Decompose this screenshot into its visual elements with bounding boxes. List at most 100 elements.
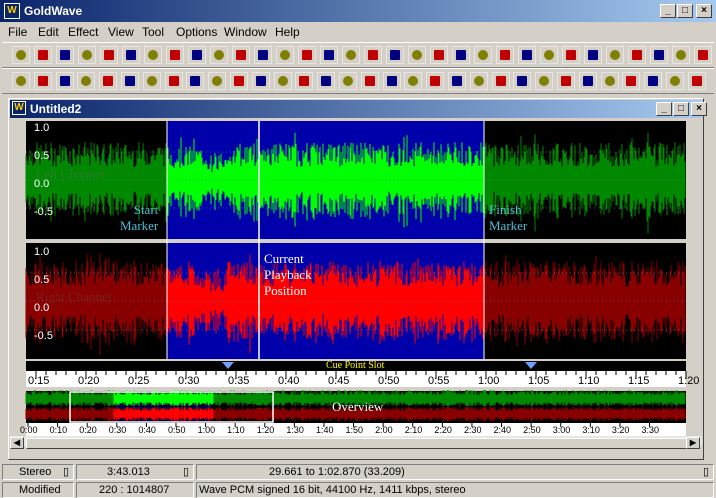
menu-help[interactable]: Help — [275, 25, 300, 39]
tb1-button-8-icon — [170, 50, 180, 60]
tb2-button-3[interactable] — [55, 72, 74, 90]
tb1-button-18[interactable] — [386, 46, 404, 64]
tb2-button-6[interactable] — [121, 72, 139, 90]
tb1-button-7[interactable] — [144, 46, 162, 64]
tb1-button-11-icon — [236, 50, 246, 60]
waveform-display[interactable] — [10, 118, 702, 446]
overview-tick-label: 1:10 — [227, 425, 245, 435]
tb2-button-12[interactable] — [251, 72, 270, 90]
tb2-button-11[interactable] — [230, 72, 248, 90]
tb2-button-25[interactable] — [535, 72, 554, 90]
tb1-button-30[interactable] — [650, 46, 668, 64]
tb2-button-17[interactable] — [360, 72, 379, 90]
tb2-button-22[interactable] — [469, 72, 488, 90]
tb2-button-10[interactable] — [208, 72, 227, 90]
tb1-button-2[interactable] — [34, 46, 52, 64]
tb2-button-31-icon — [670, 76, 680, 86]
menu-effect[interactable]: Effect — [68, 25, 98, 39]
tb1-button-31[interactable] — [672, 46, 690, 64]
tb1-button-20[interactable] — [430, 46, 448, 64]
tb1-button-32[interactable] — [694, 46, 712, 64]
tb2-button-5-icon — [103, 76, 114, 86]
tb1-button-15-icon — [324, 50, 334, 60]
tb2-button-24[interactable] — [513, 72, 532, 90]
tb1-button-8[interactable] — [166, 46, 184, 64]
scroll-thumb[interactable] — [26, 438, 696, 449]
tb1-button-15[interactable] — [320, 46, 338, 64]
tb1-button-22[interactable] — [474, 46, 492, 64]
doc-close-icon[interactable]: × — [691, 102, 707, 116]
left-ytick-1: 1.0 — [34, 122, 50, 134]
scroll-left-icon[interactable]: ◀ — [10, 437, 24, 449]
tb1-button-19[interactable] — [408, 46, 426, 64]
tb1-button-13[interactable] — [276, 46, 294, 64]
tb2-button-26[interactable] — [557, 72, 575, 90]
menu-window[interactable]: Window — [224, 25, 267, 39]
tb1-button-26[interactable] — [562, 46, 580, 64]
tb2-button-21[interactable] — [448, 72, 466, 90]
tb1-button-12[interactable] — [254, 46, 272, 64]
overview-tick-label: 2:50 — [523, 425, 541, 435]
tb1-button-29[interactable] — [628, 46, 646, 64]
tb1-button-10[interactable] — [210, 46, 228, 64]
tb2-button-23[interactable] — [491, 72, 510, 90]
tb1-button-28[interactable] — [606, 46, 624, 64]
tb2-button-30[interactable] — [644, 72, 663, 90]
tb1-button-11[interactable] — [232, 46, 250, 64]
tb1-button-4[interactable] — [78, 46, 96, 64]
tb2-button-2[interactable] — [33, 72, 52, 90]
tb1-button-5[interactable] — [100, 46, 118, 64]
tb2-button-5[interactable] — [99, 72, 118, 90]
tb1-button-21[interactable] — [452, 46, 470, 64]
menu-tool[interactable]: Tool — [142, 25, 164, 39]
tb2-button-29[interactable] — [622, 72, 641, 90]
scroll-right-icon[interactable]: ▶ — [686, 437, 700, 449]
tb2-button-19[interactable] — [404, 72, 423, 90]
close-icon[interactable]: × — [696, 4, 712, 18]
menu-file[interactable]: File — [8, 25, 27, 39]
tb1-button-24[interactable] — [518, 46, 536, 64]
tb1-button-3[interactable] — [56, 46, 74, 64]
tb2-button-18[interactable] — [382, 72, 401, 90]
tb1-button-17[interactable] — [364, 46, 382, 64]
maximize-icon[interactable]: □ — [677, 4, 693, 18]
overview-tick-label: 3:20 — [611, 425, 630, 435]
tb1-button-4-icon — [82, 50, 92, 60]
tb2-button-13[interactable] — [273, 72, 292, 90]
tb2-button-20[interactable] — [426, 72, 445, 90]
timeline-label: 1:05 — [528, 375, 550, 387]
overview-tick-label: 1:00 — [197, 425, 216, 435]
tb1-button-23[interactable] — [496, 46, 514, 64]
doc-maximize-icon[interactable]: □ — [673, 102, 689, 116]
doc-minimize-icon[interactable]: _ — [656, 102, 672, 116]
tb2-button-14[interactable] — [295, 72, 314, 90]
tb2-button-31[interactable] — [666, 72, 684, 90]
tb2-button-14-icon — [299, 76, 310, 86]
tb2-button-9[interactable] — [186, 72, 205, 90]
tb1-button-9[interactable] — [188, 46, 206, 64]
tb1-button-14[interactable] — [298, 46, 316, 64]
minimize-icon[interactable]: _ — [660, 4, 676, 18]
menu-edit[interactable]: Edit — [38, 25, 59, 39]
tb1-button-6[interactable] — [122, 46, 140, 64]
tb2-button-16[interactable] — [339, 72, 357, 90]
tb2-button-32-icon — [691, 76, 702, 86]
tb2-button-32[interactable] — [687, 72, 706, 90]
tb1-button-25[interactable] — [540, 46, 558, 64]
tb2-button-4[interactable] — [77, 72, 96, 90]
tb2-button-1[interactable] — [12, 72, 30, 90]
status-ratio-text: 220 : 1014807 — [99, 484, 170, 496]
tb1-button-16[interactable] — [342, 46, 360, 64]
tb2-button-8[interactable] — [164, 72, 183, 90]
tb2-button-24-icon — [517, 76, 528, 86]
tb1-button-27[interactable] — [584, 46, 602, 64]
tb2-button-27[interactable] — [578, 72, 597, 90]
tb2-button-28[interactable] — [600, 72, 619, 90]
tb2-button-15[interactable] — [317, 72, 336, 90]
timeline-label: 0:45 — [328, 375, 350, 387]
menu-view[interactable]: View — [108, 25, 134, 39]
tb2-button-30-icon — [648, 76, 659, 86]
tb1-button-1[interactable] — [12, 46, 30, 64]
menu-options[interactable]: Options — [176, 25, 217, 39]
tb2-button-7[interactable] — [142, 72, 161, 90]
